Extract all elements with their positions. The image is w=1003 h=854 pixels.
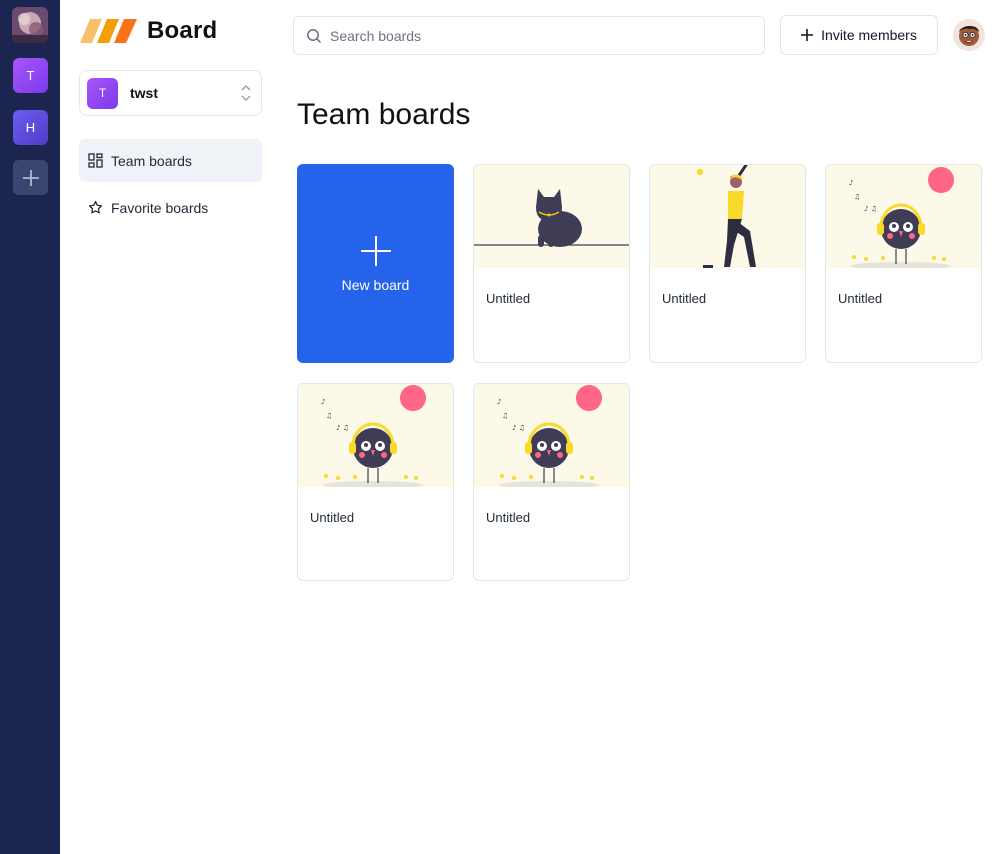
svg-text:♪: ♪	[849, 179, 853, 187]
svg-text:♪: ♪	[497, 398, 501, 406]
star-icon	[88, 200, 103, 214]
board-illustration	[650, 165, 805, 268]
board-card[interactable]: Untitled	[473, 164, 630, 363]
search-input[interactable]	[330, 27, 750, 44]
svg-text:♪ ♫: ♪ ♫	[336, 424, 349, 432]
invite-members-button[interactable]: Invite members	[780, 15, 938, 55]
org-initial: T	[98, 86, 107, 100]
board-title: Untitled	[662, 291, 707, 306]
org-avatar: T	[87, 77, 118, 109]
search-bar	[293, 16, 765, 55]
bird-headphones-illustration-icon: ♪ ♫ ♪ ♫	[321, 385, 426, 489]
board-title: Untitled	[838, 291, 883, 306]
workspace-avatar[interactable]	[12, 7, 48, 43]
org-switcher[interactable]: T twst	[79, 70, 262, 116]
rail-org-t[interactable]: T	[13, 58, 48, 93]
sidebar-item-label: Team boards	[111, 152, 192, 169]
logo-stripes-icon	[80, 19, 137, 43]
board-illustration: ♪ ♫ ♪ ♫	[826, 165, 981, 270]
bird-headphones-illustration-icon: ♪ ♫ ♪ ♫	[849, 167, 954, 270]
board-title: Untitled	[486, 510, 531, 525]
app-logo[interactable]: Board	[80, 17, 217, 45]
svg-text:♪ ♫: ♪ ♫	[864, 205, 877, 213]
rail-org-h[interactable]: H	[13, 110, 48, 145]
board-card[interactable]: ♪ ♫ ♪ ♫ Untitled	[473, 383, 630, 581]
rail-org-initial: T	[26, 68, 35, 83]
board-illustration: ♪ ♫ ♪ ♫	[298, 384, 453, 489]
invite-members-label: Invite members	[821, 27, 917, 43]
board-title: Untitled	[486, 291, 531, 306]
rail-org-initial: H	[25, 120, 36, 135]
new-board-label: New board	[341, 276, 410, 293]
org-name: twst	[130, 85, 158, 101]
logo-text: Board	[147, 17, 218, 44]
board-title: Untitled	[310, 510, 355, 525]
board-card[interactable]: ♪ ♫ ♪ ♫ Untitled	[825, 164, 982, 363]
page-title: Team boards	[297, 98, 471, 131]
board-illustration	[474, 165, 629, 268]
board-card[interactable]: ♪ ♫ ♪ ♫ Untitled	[297, 383, 454, 581]
svg-text:♫: ♫	[326, 412, 332, 420]
sidebar-item-team-boards[interactable]: Team boards	[79, 139, 262, 182]
plus-icon	[801, 29, 814, 41]
dashboard-icon	[88, 153, 103, 168]
svg-text:♫: ♫	[854, 193, 860, 201]
baseball-player-illustration-icon	[696, 165, 756, 268]
board-illustration: ♪ ♫ ♪ ♫	[474, 384, 629, 489]
svg-text:♫: ♫	[502, 412, 508, 420]
new-board-button[interactable]: New board	[297, 164, 454, 363]
search-icon	[307, 28, 322, 43]
plus-icon	[360, 235, 391, 266]
chevron-up-down-icon	[241, 84, 251, 102]
app-root: T H Board T twst Team boards Favorite bo…	[0, 0, 1003, 854]
board-card[interactable]: Untitled	[649, 164, 806, 363]
plus-icon	[22, 169, 39, 186]
sidebar-item-favorite-boards[interactable]: Favorite boards	[79, 186, 262, 229]
org-rail: T H	[0, 0, 60, 854]
cat-illustration-icon	[474, 189, 629, 247]
add-org-button[interactable]	[13, 160, 48, 195]
svg-text:♪ ♫: ♪ ♫	[512, 424, 525, 432]
svg-text:♪: ♪	[321, 398, 325, 406]
user-avatar[interactable]	[953, 19, 985, 51]
bird-headphones-illustration-icon: ♪ ♫ ♪ ♫	[497, 385, 602, 489]
sidebar-item-label: Favorite boards	[111, 199, 209, 216]
